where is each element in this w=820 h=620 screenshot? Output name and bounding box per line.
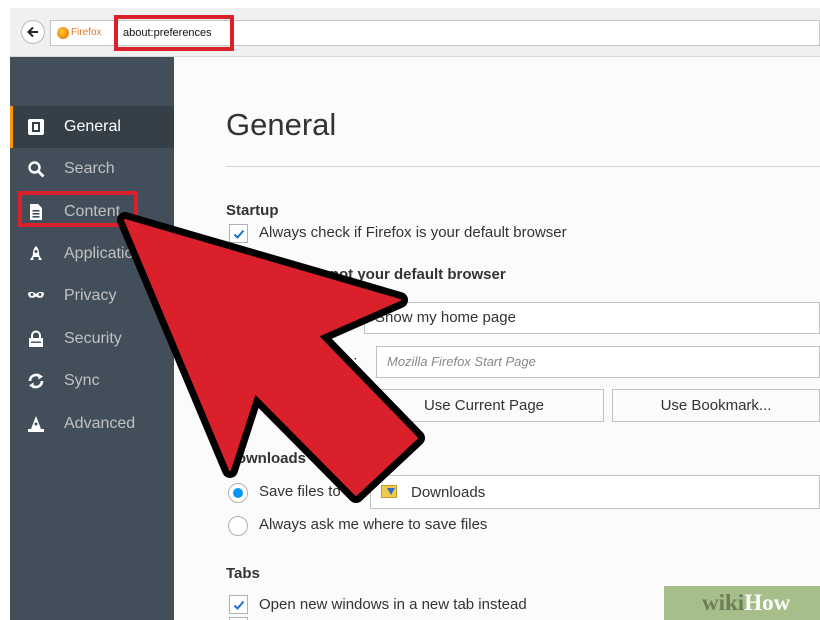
sidebar-item-applications[interactable]: Applications <box>10 233 174 275</box>
default-browser-status: Firefox is not your default browser <box>259 266 506 283</box>
new-windows-label: Open new windows in a new tab instead <box>259 596 527 613</box>
back-arrow-icon <box>27 26 38 38</box>
firefox-icon <box>57 27 69 39</box>
search-icon <box>28 161 45 178</box>
when-starts-value: Show my home page <box>375 309 516 326</box>
sidebar-item-security[interactable]: Security <box>10 318 174 360</box>
new-windows-checkbox[interactable] <box>229 595 248 614</box>
download-folder-field[interactable]: Downloads <box>370 475 820 509</box>
downloads-heading: Downloads <box>226 450 307 467</box>
default-browser-checkbox[interactable] <box>229 224 248 243</box>
always-ask-radio[interactable] <box>228 516 248 536</box>
back-button[interactable] <box>21 20 45 44</box>
folder-arrow-icon <box>387 488 395 495</box>
wikihow-watermark: wikiHow <box>664 586 820 620</box>
always-ask-label: Always ask me where to save files <box>259 516 488 533</box>
mask-icon <box>28 291 44 298</box>
sidebar-item-sync[interactable]: Sync <box>10 360 174 402</box>
use-bookmark-button[interactable]: Use Bookmark... <box>612 389 820 422</box>
general-icon <box>28 119 44 135</box>
sidebar-item-label: Applications <box>64 245 151 262</box>
sidebar-item-label: Privacy <box>64 287 117 304</box>
wizard-hat-icon <box>28 416 44 432</box>
sidebar-item-label: Advanced <box>64 415 136 432</box>
browser-window: Firefox about:preferences General Search <box>10 8 820 620</box>
startup-heading: Startup <box>226 202 279 219</box>
use-current-page-button[interactable]: Use Current Page <box>364 389 604 422</box>
checkmark-icon <box>233 229 245 239</box>
url-highlight-box <box>114 15 234 51</box>
sidebar-item-privacy[interactable]: Privacy <box>10 275 174 317</box>
rocket-icon <box>30 246 42 260</box>
checkmark-icon <box>233 600 245 610</box>
title-divider <box>226 166 820 167</box>
sidebar-item-general[interactable]: General <box>10 106 174 148</box>
save-files-label: Save files to <box>259 483 341 500</box>
sidebar-item-label: Sync <box>64 372 100 389</box>
sidebar-item-advanced[interactable]: Advanced <box>10 403 174 445</box>
watermark-text: wikiHow <box>702 590 791 615</box>
home-page-label: Home Page: <box>274 353 358 370</box>
home-page-placeholder: Mozilla Firefox Start Page <box>387 354 536 369</box>
home-page-input[interactable]: Mozilla Firefox Start Page <box>376 346 820 378</box>
download-folder-name: Downloads <box>411 484 486 501</box>
sidebar-item-label: Search <box>64 160 115 177</box>
identity-label: Firefox <box>71 27 102 38</box>
default-browser-label: Always check if Firefox is your default … <box>259 224 567 241</box>
when-starts-dropdown[interactable]: Show my home page <box>364 302 820 334</box>
sidebar-item-search[interactable]: Search <box>10 148 174 190</box>
page-title: General <box>226 107 337 142</box>
content-highlight-box <box>18 191 138 227</box>
preferences-sidebar: General Search Content Applications Priv… <box>10 57 174 620</box>
sidebar-item-label: General <box>64 118 121 135</box>
tabs-heading: Tabs <box>226 565 260 582</box>
save-files-radio[interactable] <box>228 483 248 503</box>
lock-icon <box>29 330 43 347</box>
sync-icon <box>28 373 44 389</box>
sidebar-item-label: Security <box>64 330 122 347</box>
preferences-main: General Startup Always check if Firefox … <box>174 57 820 620</box>
